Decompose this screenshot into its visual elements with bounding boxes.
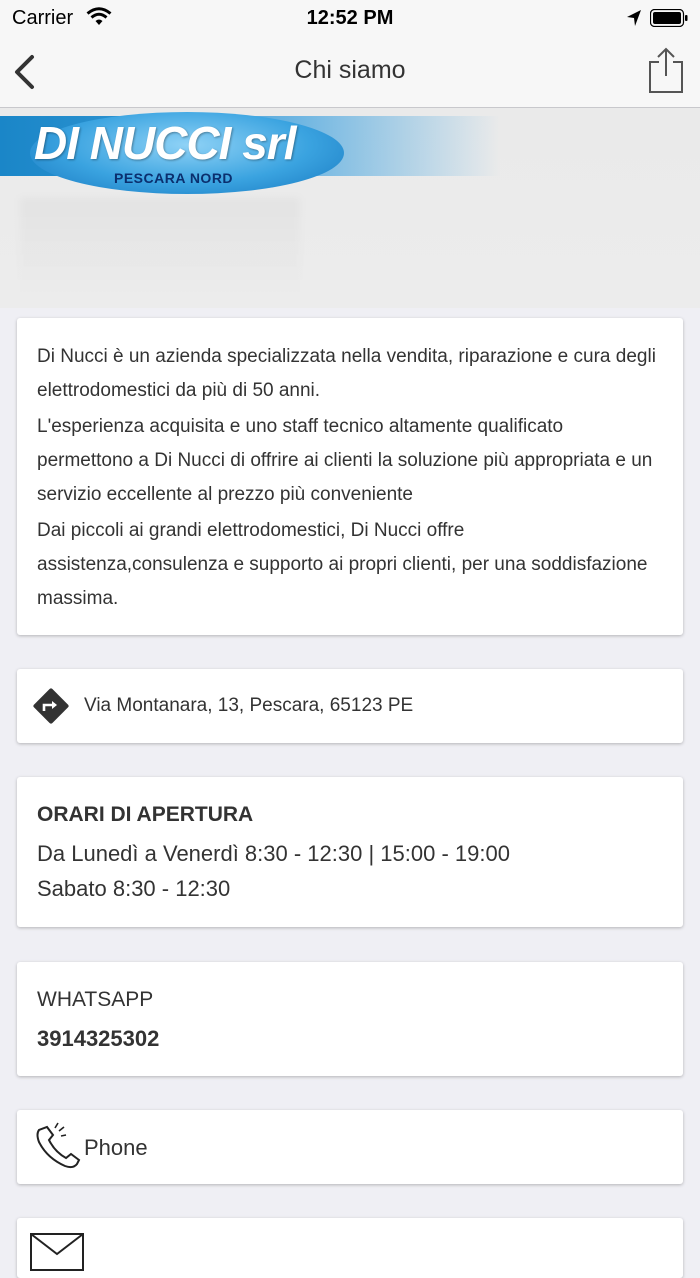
phone-label: Phone xyxy=(84,1135,148,1160)
logo-subtitle: PESCARA NORD xyxy=(114,170,234,186)
directions-icon xyxy=(33,688,69,724)
company-logo-banner: DI NUCCI srl PESCARA NORD xyxy=(0,108,700,308)
location-arrow-icon xyxy=(626,9,642,32)
page-title: Chi siamo xyxy=(294,56,406,84)
whatsapp-card[interactable]: WHATSAPP 3914325302 xyxy=(17,962,683,1076)
status-bar: Carrier 12:52 PM xyxy=(0,0,700,36)
address-card[interactable]: Via Montanara, 13, Pescara, 65123 PE xyxy=(17,669,683,743)
email-card[interactable] xyxy=(17,1218,683,1278)
about-description: Di Nucci è un azienda specializzata nell… xyxy=(37,340,657,618)
opening-hours-card: ORARI DI APERTURA Da Lunedì a Venerdì 8:… xyxy=(17,777,683,927)
logo-company-name: DI NUCCI srl xyxy=(34,117,296,169)
phone-icon xyxy=(33,1122,85,1172)
about-paragraph: Dai piccoli ai grandi elettrodomestici, … xyxy=(37,520,648,609)
about-paragraph: L'esperienza acquisita e uno staff tecni… xyxy=(37,416,653,505)
mail-icon xyxy=(29,1232,85,1272)
address-text: Via Montanara, 13, Pescara, 65123 PE xyxy=(84,695,414,716)
hours-weekdays: Da Lunedì a Venerdì 8:30 - 12:30 | 15:00… xyxy=(37,841,510,866)
phone-card[interactable]: Phone xyxy=(17,1110,683,1184)
logo-reflection xyxy=(20,198,300,298)
navigation-bar: Chi siamo xyxy=(0,36,700,108)
whatsapp-number: 3914325302 xyxy=(37,1026,160,1051)
share-button[interactable] xyxy=(646,46,686,94)
share-icon xyxy=(646,47,686,98)
about-paragraph: Di Nucci è un azienda specializzata nell… xyxy=(37,346,656,401)
hours-title: ORARI DI APERTURA xyxy=(37,803,254,826)
whatsapp-label: WHATSAPP xyxy=(37,988,154,1011)
clock: 12:52 PM xyxy=(306,7,394,29)
about-card: Di Nucci è un azienda specializzata nell… xyxy=(17,318,683,635)
hours-saturday: Sabato 8:30 - 12:30 xyxy=(37,876,231,901)
battery-icon xyxy=(649,8,688,28)
